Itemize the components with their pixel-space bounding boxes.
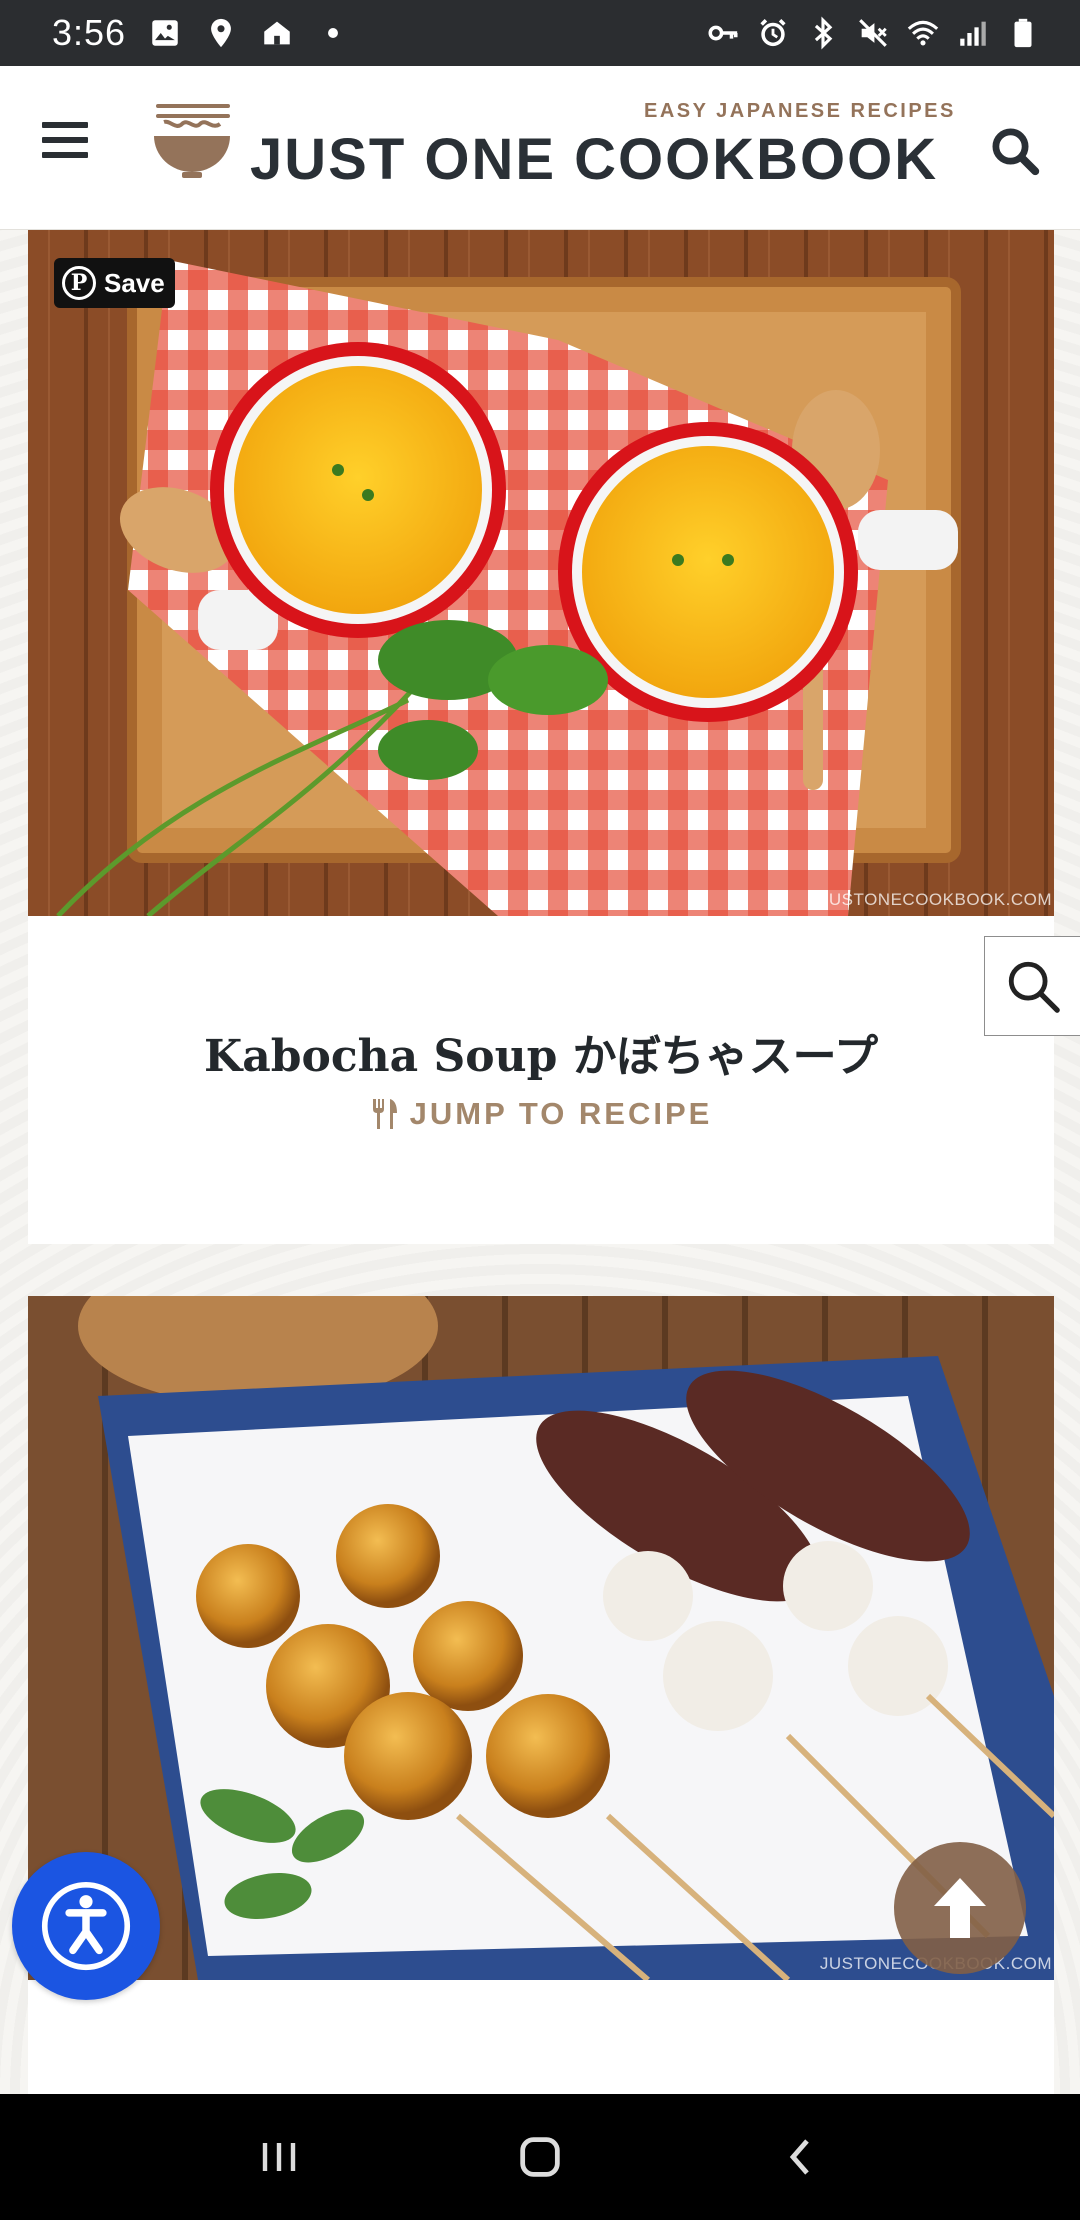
home-icon	[264, 21, 290, 45]
kabocha-soup-image	[28, 230, 1054, 916]
jump-to-recipe-link[interactable]: JUMP TO RECIPE	[28, 1096, 1054, 1132]
fork-knife-icon	[372, 1099, 397, 1129]
save-label: Save	[104, 267, 165, 298]
home-button-icon[interactable]	[514, 2131, 566, 2183]
bluetooth-icon	[814, 16, 833, 50]
alarm-icon	[760, 18, 786, 47]
recipe-title[interactable]: Kabocha Soup かぼちゃスープ	[28, 1020, 1054, 1084]
site-tagline: EASY JAPANESE RECIPES	[644, 100, 956, 122]
recipe-photo[interactable]: P Save JUSTONECOOKBOOK.COM	[28, 230, 1054, 916]
pinterest-icon: P	[62, 266, 96, 300]
noodle-bowl-logo-icon[interactable]	[150, 100, 234, 182]
pinterest-save-button[interactable]: P Save	[54, 258, 175, 308]
android-nav-bar	[0, 2094, 1080, 2220]
recipe-card[interactable]: P Save JUSTONECOOKBOOK.COM Kabocha Soup …	[28, 230, 1054, 1244]
arrow-up-icon	[934, 1878, 986, 1938]
gallery-icon	[152, 20, 178, 46]
hamburger-icon	[42, 122, 88, 128]
watermark: JUSTONECOOKBOOK.COM	[819, 890, 1052, 909]
scroll-to-top-button[interactable]	[894, 1842, 1026, 1974]
location-icon	[211, 18, 231, 48]
floating-search-button[interactable]	[984, 936, 1080, 1036]
recipe-card[interactable]: JUSTONECOOKBOOK.COM	[28, 1296, 1054, 2094]
site-logo-text[interactable]: JUST ONE COOKBOOK	[250, 126, 938, 193]
search-icon[interactable]	[988, 124, 1042, 178]
hamburger-menu-button[interactable]	[42, 122, 88, 162]
accessibility-icon	[41, 1881, 131, 1971]
recent-apps-icon[interactable]	[255, 2133, 303, 2181]
wifi-icon	[907, 20, 939, 46]
status-time: 3:56	[52, 12, 127, 53]
site-header: EASY JAPANESE RECIPES JUST ONE COOKBOOK	[0, 66, 1080, 230]
search-icon	[1008, 961, 1060, 1013]
accessibility-button[interactable]	[12, 1852, 160, 2000]
signal-icon	[960, 21, 986, 46]
battery-icon	[1014, 18, 1032, 48]
status-bar: 3:56	[0, 0, 1080, 66]
back-icon[interactable]	[777, 2133, 825, 2181]
dot-icon	[328, 28, 339, 38]
key-icon	[708, 25, 738, 41]
jump-to-recipe-label: JUMP TO RECIPE	[409, 1096, 713, 1131]
mute-icon	[859, 19, 887, 47]
